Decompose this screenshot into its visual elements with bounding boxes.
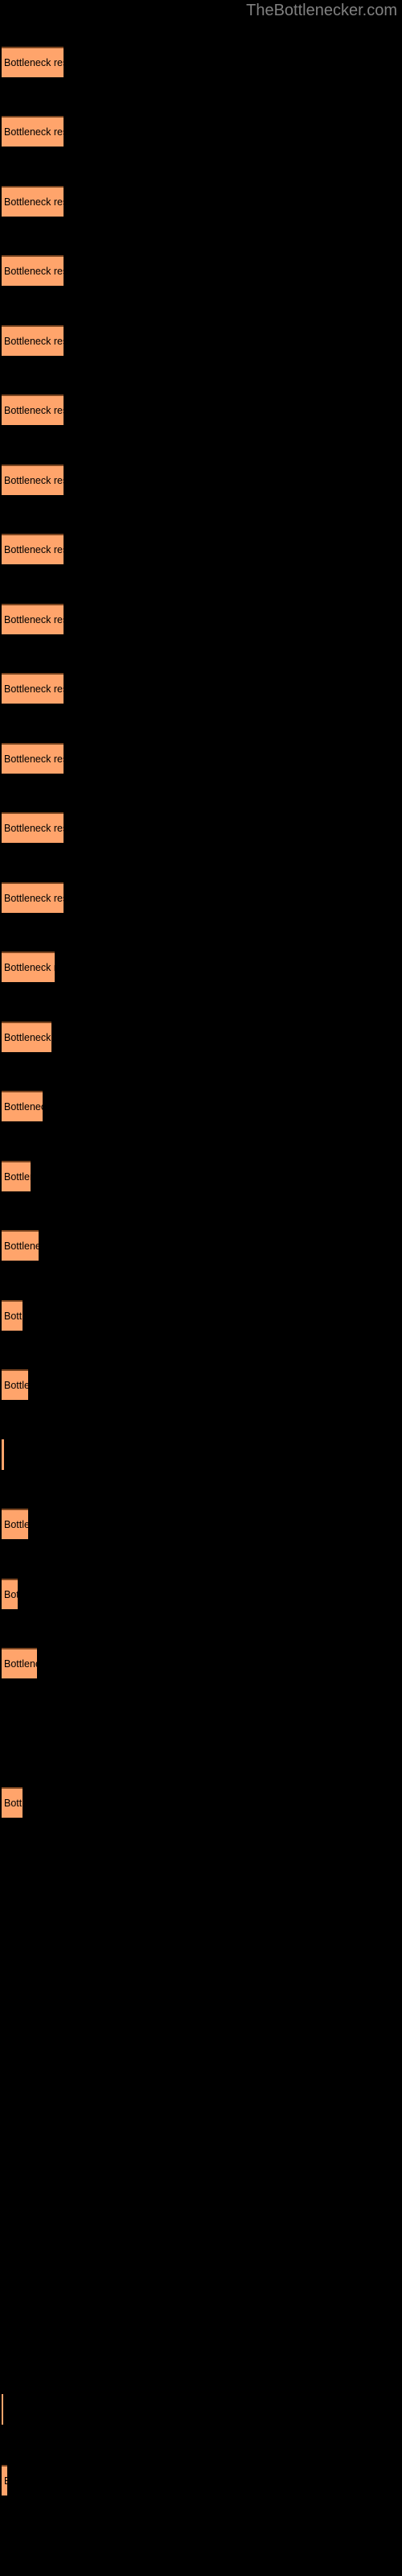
bar-row: Bottleneck result — [2, 812, 64, 843]
bar-row: Bottleneck result — [2, 1509, 28, 1539]
bar-row: Bottleneck result — [2, 1648, 37, 1678]
bottleneck-bar-chart: TheBottlenecker.com Bottleneck result Bot… — [0, 0, 402, 2576]
bar-label: Bottleneck result — [4, 57, 64, 68]
site-title: TheBottlenecker.com — [246, 2, 397, 19]
bar-row: Bottleneck result — [2, 1439, 4, 1470]
bar-label: Bottleneck result — [4, 1171, 31, 1183]
bar-row: Bottleneck result — [2, 1300, 23, 1331]
bar-label: Bottleneck result — [4, 823, 64, 834]
bar-row: Bottleneck result — [2, 673, 64, 704]
bar-row: Bottleneck result — [2, 1091, 43, 1121]
bar-label: Bottleneck result — [4, 1032, 51, 1043]
bar-label: Bottleneck result — [4, 1798, 23, 1809]
bar-row: Bottleneck result — [2, 1230, 39, 1261]
bar-label: Bottleneck result — [4, 475, 64, 486]
bar-label: Bottleneck result — [4, 753, 64, 765]
bar-row: Bottleneck result — [2, 47, 64, 77]
bar-row: Bottleneck result — [2, 394, 64, 425]
bar-label: Bottleneck result — [4, 1241, 39, 1252]
bar-label: Bottleneck result — [4, 196, 64, 208]
bar-row: Bottleneck result — [2, 1787, 23, 1818]
bar-row: Bottleneck result — [2, 952, 55, 982]
bar-label: Bottleneck result — [4, 1311, 23, 1322]
bar-row: Bottleneck result — [2, 882, 64, 913]
bar-label: Bottleneck result — [4, 1380, 28, 1391]
bar-label: Bottleneck result — [4, 1101, 43, 1113]
bar-label: Bottleneck result — [4, 1589, 18, 1600]
bar-row: Bottleneck result — [2, 1022, 51, 1052]
bar-row: Bottleneck result — [2, 1579, 18, 1609]
bar-label: Bottleneck result — [4, 405, 64, 416]
bar-label: Bottleneck result — [4, 893, 64, 904]
bar-label: Bottleneck result — [4, 1658, 37, 1670]
bar-row: Bottleneck result — [2, 2465, 7, 2496]
bar-row: Bottleneck result — [2, 255, 64, 286]
bar-row: Bottleneck result — [2, 2394, 3, 2425]
bar-row: Bottleneck result — [2, 464, 64, 495]
bar-label: Bottleneck result — [4, 126, 64, 138]
bar-row: Bottleneck result — [2, 116, 64, 147]
bar-label: Bottleneck result — [4, 962, 55, 973]
bar-label: Bottleneck result — [4, 614, 64, 625]
bar-label: Bottleneck result — [4, 266, 64, 277]
bar-row: Bottleneck result — [2, 325, 64, 356]
bar-label: Bottleneck result — [4, 2475, 7, 2487]
bar-row: Bottleneck result — [2, 1161, 31, 1191]
bar-label: Bottleneck result — [4, 544, 64, 555]
bar-row: Bottleneck result — [2, 604, 64, 634]
bar-row: Bottleneck result — [2, 534, 64, 564]
bar-row: Bottleneck result — [2, 1369, 28, 1400]
bar-label: Bottleneck result — [4, 683, 64, 695]
bar-row: Bottleneck result — [2, 743, 64, 774]
bar-label: Bottleneck result — [4, 336, 64, 347]
bar-row: Bottleneck result — [2, 186, 64, 217]
bar-label: Bottleneck result — [4, 1519, 28, 1530]
